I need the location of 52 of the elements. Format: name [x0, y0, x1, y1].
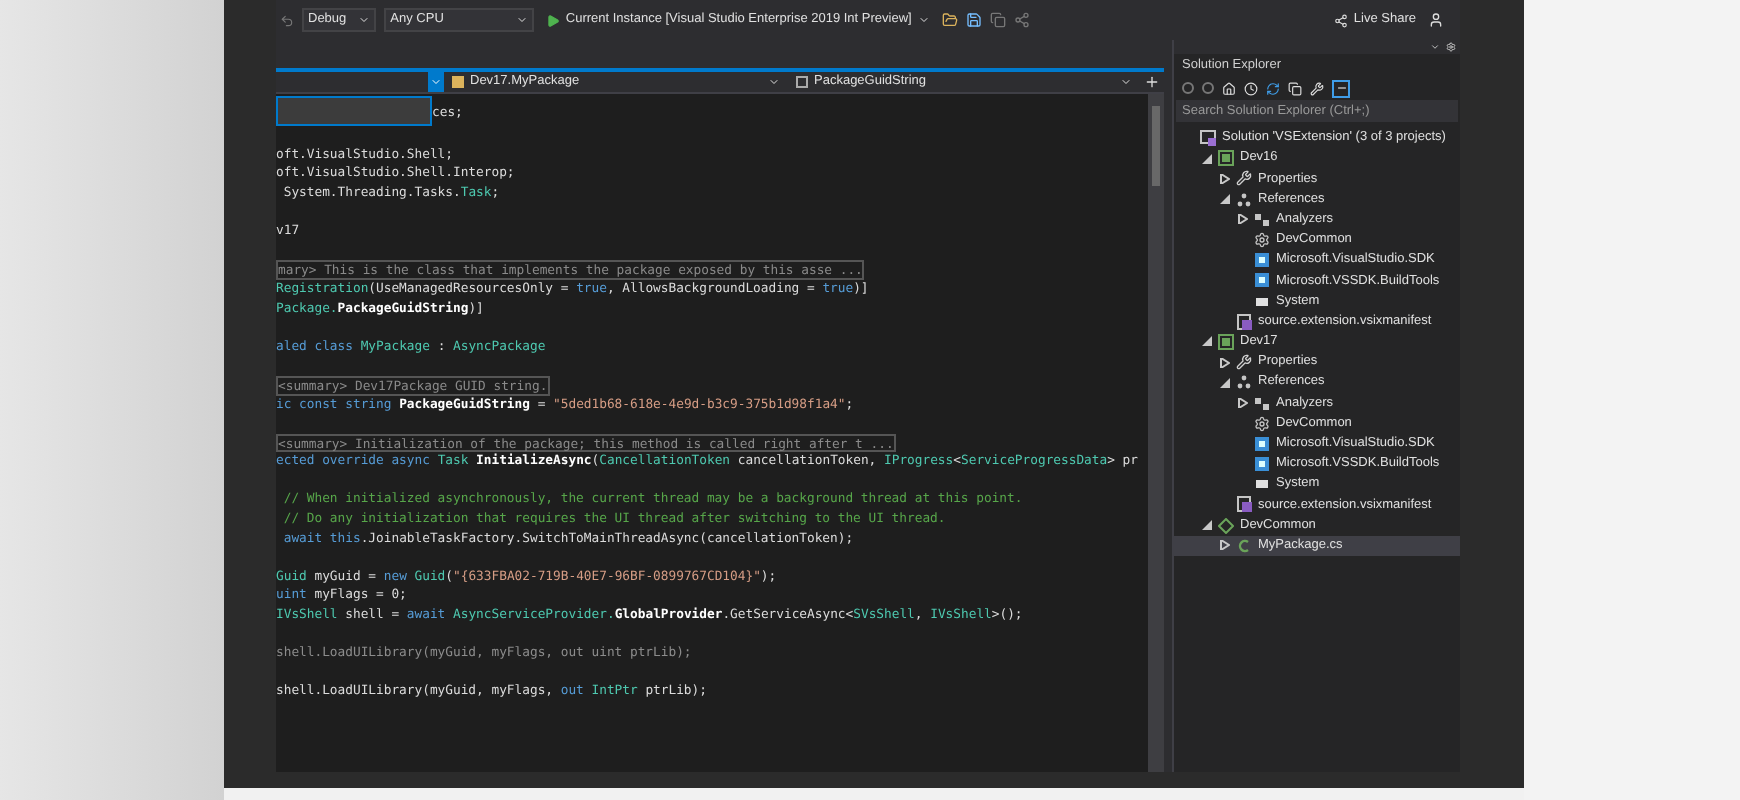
user-icon[interactable]: [1428, 12, 1444, 28]
expanded-arrow-icon[interactable]: [1201, 153, 1211, 164]
refresh-icon[interactable]: [1266, 81, 1280, 95]
references-icon: [1236, 191, 1252, 208]
code-file-icon: [1236, 537, 1252, 554]
save-icon[interactable]: [965, 12, 982, 28]
dropdown-icon[interactable]: [1430, 42, 1440, 52]
clock-icon[interactable]: [1244, 81, 1258, 95]
share-icon: [1333, 13, 1348, 27]
gear-icon: [1254, 232, 1270, 249]
preview-toggle[interactable]: [1332, 79, 1350, 97]
class-icon: [452, 76, 464, 88]
collapsed-arrow-icon[interactable]: [1219, 540, 1229, 551]
manifest-icon: [1236, 496, 1252, 513]
project-icon: [1218, 333, 1234, 350]
dropdown-icon: [358, 14, 371, 26]
expanded-arrow-icon[interactable]: [1219, 377, 1229, 388]
collapsed-arrow-icon[interactable]: [1237, 214, 1247, 225]
folder-icon[interactable]: [941, 12, 958, 28]
wrench-icon: [1236, 170, 1252, 187]
gear-icon: [1254, 415, 1270, 432]
settings-icon[interactable]: [1446, 42, 1456, 52]
expanded-arrow-icon[interactable]: [1201, 336, 1211, 347]
solution-icon: [1200, 130, 1216, 147]
dropdown-icon: [768, 76, 780, 88]
analyzers-icon: [1254, 211, 1270, 228]
forward-icon[interactable]: [1202, 82, 1214, 94]
field-icon: [796, 76, 808, 88]
manifest-icon: [1236, 313, 1252, 330]
home-icon[interactable]: [1222, 81, 1236, 95]
analyzers-icon: [1254, 395, 1270, 412]
references-icon: [1236, 374, 1252, 391]
collapsed-arrow-icon[interactable]: [1219, 173, 1229, 184]
minus-icon: [1335, 82, 1347, 94]
collapsed-arrow-icon[interactable]: [1237, 398, 1247, 409]
back-icon[interactable]: [1182, 82, 1194, 94]
dropdown-icon: [917, 14, 930, 26]
shared-project-icon: [1218, 517, 1234, 534]
expanded-arrow-icon[interactable]: [1219, 194, 1229, 205]
expanded-arrow-icon[interactable]: [1201, 520, 1211, 531]
dropdown-icon: [1120, 76, 1132, 88]
project-icon: [1218, 150, 1234, 167]
play-icon: [545, 13, 560, 27]
dropdown-icon: [430, 76, 442, 88]
wrench-icon: [1236, 354, 1252, 371]
copy-icon[interactable]: [1288, 81, 1302, 95]
vertical-scrollbar[interactable]: [1148, 94, 1164, 772]
split-icon[interactable]: [1144, 74, 1160, 90]
share-icon[interactable]: [1013, 12, 1030, 28]
wrench-icon[interactable]: [1310, 81, 1324, 95]
collapsed-arrow-icon[interactable]: [1219, 357, 1229, 368]
dropdown-icon: [515, 14, 528, 26]
